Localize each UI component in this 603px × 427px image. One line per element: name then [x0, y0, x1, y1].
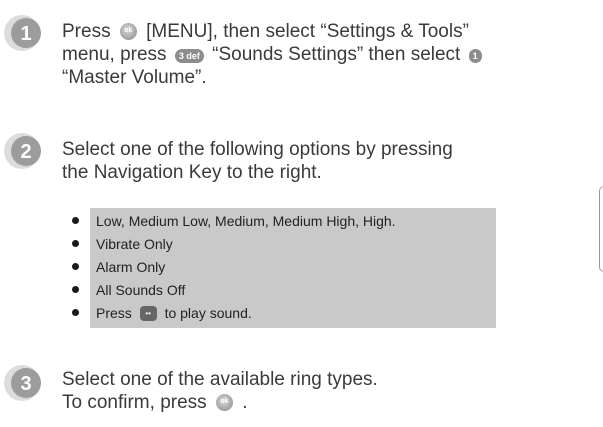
step-number-3: 3 — [20, 373, 31, 395]
step-3-line-1: Select one of the available ring types. — [62, 369, 378, 390]
ok-key-icon-2 — [215, 394, 233, 411]
step-1-text-a: Press — [62, 21, 111, 42]
step-1: 1 Press [MENU], then select “Settings & … — [0, 14, 603, 94]
step-number-badge-1: 1 — [4, 15, 41, 51]
step-1-text-b: [MENU], then select “Settings & Tools” — [146, 21, 469, 42]
step-1-text-d: “Sounds Settings” then select — [212, 44, 461, 65]
side-tab-marker — [599, 186, 603, 272]
bullet-1 — [72, 217, 79, 224]
step-number-1: 1 — [20, 23, 31, 45]
step-1-line-2: menu, press 3 def “Sounds Settings” then… — [62, 43, 485, 66]
play-option-text-b: to play sound. — [164, 305, 252, 321]
key-1-icon: 1 — [468, 49, 482, 63]
bullet-2 — [72, 240, 79, 247]
step-1-line-1: Press [MENU], then select “Settings & To… — [62, 20, 485, 43]
step-3-text-b: . — [242, 392, 248, 413]
step-1-line-3: “Master Volume”. — [62, 66, 485, 89]
step-2-line-2: the Navigation Key to the right. — [62, 162, 322, 183]
play-key-icon — [139, 306, 157, 321]
play-option-text-a: Press — [96, 305, 132, 321]
step-number-badge-2: 2 — [4, 133, 41, 169]
option-vibrate-only: Vibrate Only — [96, 236, 173, 252]
key-3-icon: 3 def — [174, 49, 204, 63]
option-play-sound: Press to play sound. — [96, 305, 252, 321]
step-1-text-c: menu, press — [62, 44, 167, 65]
bullet-5 — [72, 309, 79, 316]
options-bullets — [66, 208, 90, 328]
option-alarm-only: Alarm Only — [96, 259, 166, 275]
step-1-text-e: “Master Volume”. — [62, 67, 207, 88]
ok-key-icon — [119, 23, 137, 40]
step-number-badge-3: 3 — [4, 365, 41, 401]
option-volume-levels: Low, Medium Low, Medium, Medium High, Hi… — [96, 213, 396, 229]
step-3: 3 Select one of the available ring types… — [0, 364, 603, 424]
bullet-4 — [72, 286, 79, 293]
step-2: 2 Select one of the following options by… — [0, 132, 603, 192]
option-all-sounds-off: All Sounds Off — [96, 282, 186, 298]
step-2-line-1: Select one of the following options by p… — [62, 139, 453, 160]
step-number-2: 2 — [20, 141, 31, 163]
step-3-line-2: To confirm, press . — [62, 391, 378, 414]
step-3-text-a: To confirm, press — [62, 392, 207, 413]
bullet-3 — [72, 263, 79, 270]
